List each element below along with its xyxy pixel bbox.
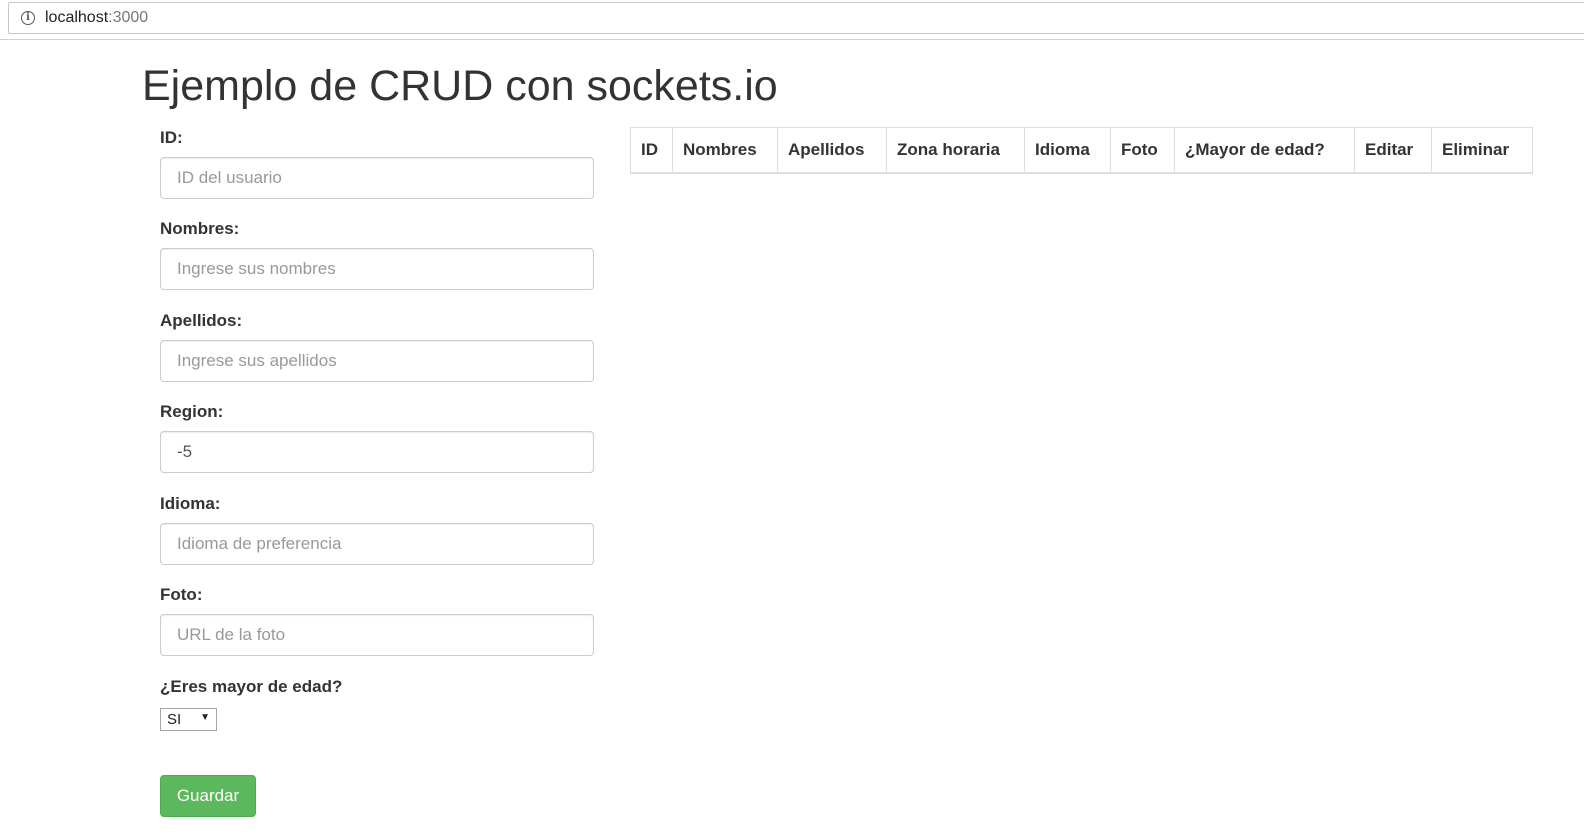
nombres-input[interactable]: [160, 248, 594, 290]
id-input[interactable]: [160, 157, 594, 199]
col-mayor-de-edad: ¿Mayor de edad?: [1174, 127, 1355, 174]
idioma-label: Idioma:: [160, 494, 221, 513]
browser-address-bar: i localhost:3000: [0, 0, 1584, 40]
idioma-group: Idioma:: [160, 493, 594, 565]
url-port: :3000: [108, 9, 149, 26]
apellidos-group: Apellidos:: [160, 310, 594, 382]
dropdown-arrow-icon: ▼: [200, 712, 210, 723]
mayor-label: ¿Eres mayor de edad?: [160, 677, 343, 696]
id-label: ID:: [160, 128, 183, 147]
col-apellidos: Apellidos: [777, 127, 887, 174]
nombres-label: Nombres:: [160, 219, 240, 238]
info-icon[interactable]: i: [21, 11, 35, 25]
col-foto: Foto: [1110, 127, 1175, 174]
save-button[interactable]: Guardar: [160, 775, 256, 817]
users-table: ID Nombres Apellidos Zona horaria Idioma…: [630, 127, 1533, 174]
region-label: Region:: [160, 402, 224, 421]
apellidos-label: Apellidos:: [160, 311, 243, 330]
id-group: ID:: [160, 127, 594, 199]
idioma-input[interactable]: [160, 523, 594, 565]
mayor-group: ¿Eres mayor de edad?: [160, 676, 594, 698]
region-group: Region:: [160, 401, 594, 473]
region-input[interactable]: [160, 431, 594, 473]
mayor-select-value: SI: [167, 711, 182, 728]
foto-input[interactable]: [160, 614, 594, 656]
foto-label: Foto:: [160, 585, 203, 604]
mayor-select[interactable]: SI ▼: [160, 708, 217, 731]
col-id: ID: [630, 127, 673, 174]
nombres-group: Nombres:: [160, 218, 594, 290]
page-title: Ejemplo de CRUD con sockets.io: [142, 62, 778, 110]
apellidos-input[interactable]: [160, 340, 594, 382]
col-zona-horaria: Zona horaria: [886, 127, 1025, 174]
foto-group: Foto:: [160, 584, 594, 656]
col-editar: Editar: [1354, 127, 1432, 174]
url-host: localhost: [45, 9, 109, 26]
col-idioma: Idioma: [1024, 127, 1111, 174]
col-eliminar: Eliminar: [1431, 127, 1533, 174]
url-field[interactable]: i localhost:3000: [8, 2, 1584, 34]
col-nombres: Nombres: [672, 127, 778, 174]
table-header-row: ID Nombres Apellidos Zona horaria Idioma…: [630, 127, 1533, 174]
